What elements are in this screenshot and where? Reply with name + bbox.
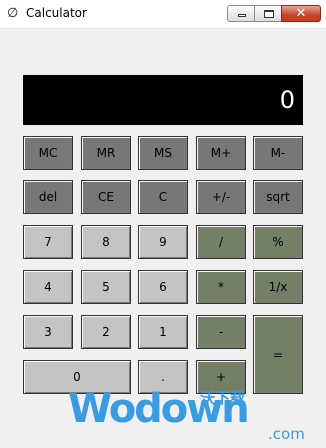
multiply-button[interactable]: * (196, 270, 246, 304)
minimize-button[interactable] (227, 5, 255, 22)
plus-minus-button[interactable]: +/- (196, 180, 246, 214)
close-icon: ✕ (295, 6, 307, 21)
watermark: Wodown 沃下载 .com (40, 385, 326, 448)
sqrt-button[interactable]: sqrt (253, 180, 303, 214)
plus-button[interactable]: + (196, 360, 246, 394)
minimize-icon (238, 14, 246, 17)
ms-button[interactable]: MS (138, 136, 188, 170)
display-value: 0 (279, 86, 295, 114)
digit-3-button[interactable]: 3 (23, 315, 73, 349)
equals-button[interactable]: = (253, 315, 303, 394)
mr-button[interactable]: MR (81, 136, 131, 170)
divide-button[interactable]: / (196, 225, 246, 259)
digit-2-button[interactable]: 2 (81, 315, 131, 349)
digit-1-button[interactable]: 1 (138, 315, 188, 349)
feather-icon: ∅ (7, 6, 19, 21)
window-title: Calculator (26, 6, 87, 20)
digit-4-button[interactable]: 4 (23, 270, 73, 304)
minus-button[interactable]: - (196, 315, 246, 349)
mc-button[interactable]: MC (23, 136, 73, 170)
digit-5-button[interactable]: 5 (81, 270, 131, 304)
digit-0-button[interactable]: 0 (23, 360, 131, 394)
clear-button[interactable]: C (138, 180, 188, 214)
close-button[interactable]: ✕ (281, 5, 321, 22)
clear-entry-button[interactable]: CE (81, 180, 131, 214)
digit-8-button[interactable]: 8 (81, 225, 131, 259)
decimal-point-button[interactable]: . (138, 360, 188, 394)
calculator-display: 0 (23, 75, 303, 125)
watermark-domain: .com (268, 425, 305, 443)
delete-button[interactable]: del (23, 180, 73, 214)
digit-6-button[interactable]: 6 (138, 270, 188, 304)
title-bar: ∅ Calculator ✕ (0, 0, 326, 29)
maximize-button[interactable] (254, 5, 282, 22)
maximize-icon (264, 10, 274, 18)
percent-button[interactable]: % (253, 225, 303, 259)
m-plus-button[interactable]: M+ (196, 136, 246, 170)
reciprocal-button[interactable]: 1/x (253, 270, 303, 304)
m-minus-button[interactable]: M- (253, 136, 303, 170)
digit-9-button[interactable]: 9 (138, 225, 188, 259)
digit-7-button[interactable]: 7 (23, 225, 73, 259)
